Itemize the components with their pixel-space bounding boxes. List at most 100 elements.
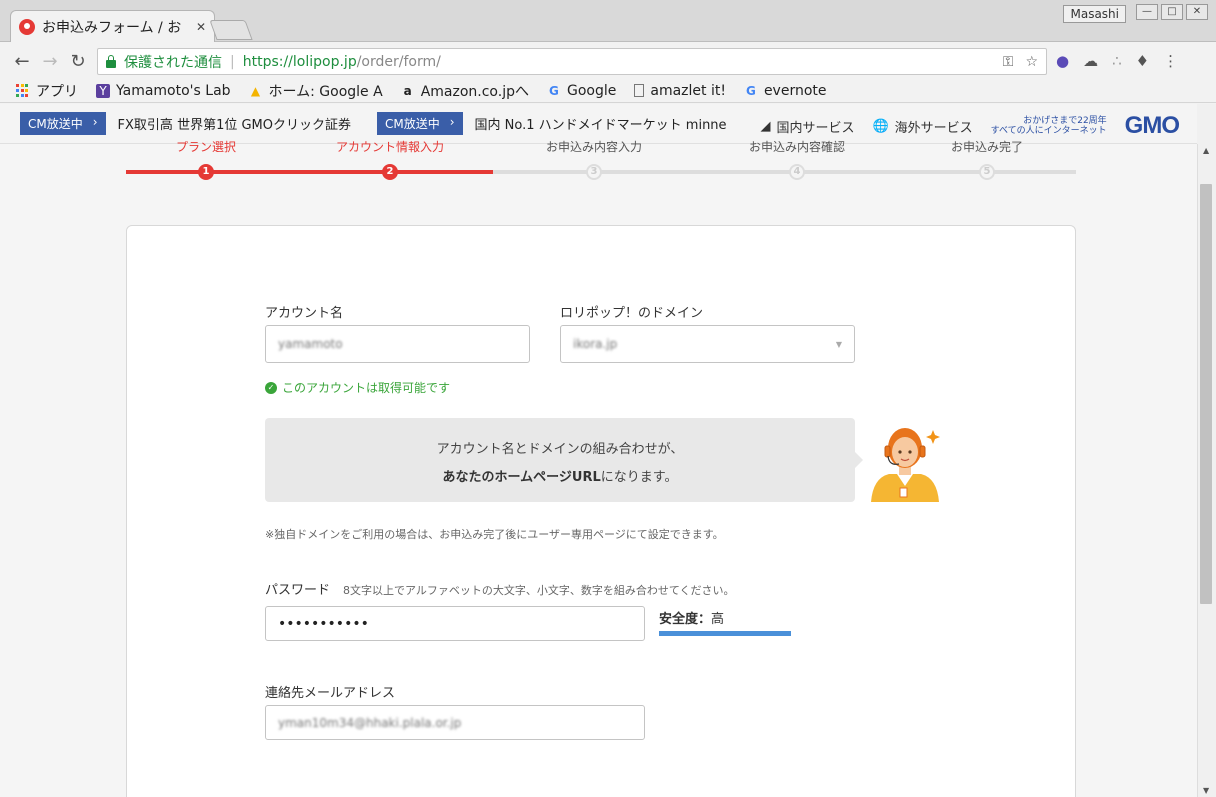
scroll-up-icon[interactable]: ▲ <box>1203 146 1209 155</box>
account-name-input[interactable]: yamamoto <box>265 325 530 363</box>
cm-badge-label: CM放送中 <box>28 117 83 131</box>
extension-dots-icon[interactable]: ∴ <box>1112 52 1122 70</box>
maximize-button[interactable]: □ <box>1161 4 1183 20</box>
new-tab-button[interactable] <box>209 20 253 40</box>
email-label: 連絡先メールアドレス <box>265 686 396 701</box>
scroll-thumb[interactable] <box>1200 184 1212 604</box>
progress-fill <box>126 170 493 174</box>
gmo-tagline-2: すべての人にインターネット <box>990 126 1107 136</box>
key-icon[interactable]: ⚿ <box>1003 54 1014 70</box>
bubble-line-1: アカウント名とドメインの組み合わせが、 <box>436 442 684 457</box>
profile-button[interactable]: Masashi <box>1063 5 1126 23</box>
google-ads-icon: ▲ <box>250 83 261 98</box>
google-icon: G <box>549 83 559 98</box>
bookmark-evernote[interactable]: G evernote <box>744 83 827 99</box>
bookmark-label: ホーム: Google A <box>268 83 383 100</box>
reload-icon[interactable]: ↻ <box>64 51 92 72</box>
bookmark-label: Yamamoto's Lab <box>116 82 231 99</box>
ad-link-minne[interactable]: 国内 No.1 ハンドメイドマーケット minne <box>475 114 727 133</box>
bookmark-amazlet[interactable]: amazlet it! <box>634 83 726 99</box>
lock-icon <box>106 54 116 68</box>
bookmark-yamamoto-lab[interactable]: Y Yamamoto's Lab <box>96 83 231 99</box>
address-separator: | <box>230 53 235 70</box>
evernote-icon[interactable]: ♦ <box>1136 52 1149 70</box>
cm-badge[interactable]: CM放送中 › <box>20 112 106 135</box>
back-icon[interactable]: ← <box>8 51 36 72</box>
domain-note: ※独自ドメインをご利用の場合は、お申込み完了後にユーザー専用ページにて設定できま… <box>265 528 724 541</box>
step-label-1: プラン選択 <box>175 140 237 154</box>
bookmark-label: Amazon.co.jpへ <box>420 83 529 100</box>
password-input[interactable]: ••••••••••• <box>265 606 645 641</box>
availability-text: このアカウントは取得可能です <box>282 381 451 395</box>
secure-label: 保護された通信 <box>124 54 222 71</box>
vertical-scrollbar[interactable]: ▲ ▼ <box>1197 144 1216 797</box>
step-label-4: お申込み内容確認 <box>748 140 846 154</box>
forward-icon[interactable]: → <box>36 51 64 72</box>
url-path: /order/form/ <box>356 53 441 70</box>
title-bar: お申込みフォーム / お ✕ Masashi — □ ✕ <box>0 0 1216 42</box>
tab-title: お申込みフォーム / お <box>42 19 182 36</box>
step-number-1: 1 <box>198 164 214 180</box>
gmo-logo[interactable]: GMO <box>1125 112 1180 140</box>
globe-icon: 🌐 <box>872 118 889 134</box>
bookmark-google[interactable]: G Google <box>547 83 616 99</box>
order-form-page: プラン選択 アカウント情報入力 お申込み内容入力 お申込み内容確認 お申込み完了… <box>0 140 1197 797</box>
domain-value: ikora.jp <box>573 337 618 351</box>
bookmark-apps[interactable]: アプリ <box>16 81 78 101</box>
strength-meter <box>659 631 791 636</box>
address-bar[interactable]: 保護された通信 | https://lolipop.jp /order/form… <box>97 48 1047 75</box>
gmo-links: ◢ 国内サービス 🌐 海外サービス おかげさまで22周年 すべての人にインターネット … <box>760 112 1180 140</box>
chevron-right-icon: › <box>449 115 455 129</box>
bookmark-label: evernote <box>763 82 827 99</box>
close-window-button[interactable]: ✕ <box>1186 4 1208 20</box>
gmo-tagline: おかげさまで22周年 すべての人にインターネット <box>991 116 1107 136</box>
step-label-5: お申込み完了 <box>950 140 1024 154</box>
step-number-5: 5 <box>979 164 995 180</box>
bookmark-amazon[interactable]: a Amazon.co.jpへ <box>401 81 529 101</box>
menu-icon[interactable]: ⋮ <box>1163 52 1178 70</box>
google-icon: G <box>746 83 756 98</box>
check-circle-icon: ✓ <box>265 381 277 394</box>
star-icon[interactable]: ☆ <box>1025 54 1038 70</box>
bookmarks-bar: アプリ Y Yamamoto's Lab ▲ ホーム: Google A a A… <box>0 79 1216 103</box>
bookmark-google-ads[interactable]: ▲ ホーム: Google A <box>249 81 383 101</box>
step-number-4: 4 <box>789 164 805 180</box>
page-icon <box>634 84 645 97</box>
url-host: https://lolipop.jp <box>242 53 357 70</box>
y-icon: Y <box>96 83 110 98</box>
bookmark-label: Google <box>566 82 617 99</box>
minimize-button[interactable]: — <box>1136 4 1158 20</box>
email-value: yman10m34@hhaki.plala.or.jp <box>278 715 462 730</box>
url-info-bubble: アカウント名とドメインの組み合わせが、 あなたのホームページURLになります。 <box>265 418 863 502</box>
domain-select[interactable]: ikora.jp ▼ <box>560 325 855 363</box>
strength-value: 高 <box>711 612 725 627</box>
password-value: ••••••••••• <box>278 615 369 632</box>
chevron-right-icon: › <box>92 115 98 129</box>
cm-badge[interactable]: CM放送中 › <box>377 112 463 135</box>
password-label: パスワード <box>265 583 331 598</box>
browser-tab[interactable]: お申込みフォーム / お ✕ <box>10 10 215 42</box>
step-number-3: 3 <box>586 164 602 180</box>
step-label-3: お申込み内容入力 <box>545 140 643 154</box>
step-label-2: アカウント情報入力 <box>335 140 445 154</box>
email-input[interactable]: yman10m34@hhaki.plala.or.jp <box>265 705 645 740</box>
gmo-tagline-1: おかげさまで22周年 <box>1023 116 1107 126</box>
extension-globe-icon[interactable]: ● <box>1056 52 1069 70</box>
strength-label: 安全度： <box>659 612 712 627</box>
password-strength: 安全度：高 <box>659 608 724 627</box>
cloud-download-icon[interactable]: ☁ <box>1083 52 1098 70</box>
ad-link-fx[interactable]: FX取引高 世界第1位 GMOクリック証券 <box>118 114 351 133</box>
scroll-down-icon[interactable]: ▼ <box>1203 786 1209 795</box>
browser-toolbar: ← → ↻ 保護された通信 | https://lolipop.jp /orde… <box>0 43 1216 79</box>
progress-steps: プラン選択 アカウント情報入力 お申込み内容入力 お申込み内容確認 お申込み完了… <box>126 140 1076 184</box>
overseas-services-link[interactable]: 🌐 海外サービス <box>872 117 972 136</box>
japan-map-icon: ◢ <box>760 118 771 134</box>
bookmark-label: amazlet it! <box>650 82 726 99</box>
extension-icons: ● ☁ ∴ ♦ ⋮ <box>1056 52 1178 70</box>
chevron-down-icon: ▼ <box>835 339 842 349</box>
domestic-services-link[interactable]: ◢ 国内サービス <box>760 117 854 136</box>
apps-grid-icon <box>16 83 30 98</box>
domestic-services-label: 国内サービス <box>776 120 855 136</box>
tab-close-icon[interactable]: ✕ <box>196 20 206 34</box>
cm-badge-label: CM放送中 <box>385 117 440 131</box>
